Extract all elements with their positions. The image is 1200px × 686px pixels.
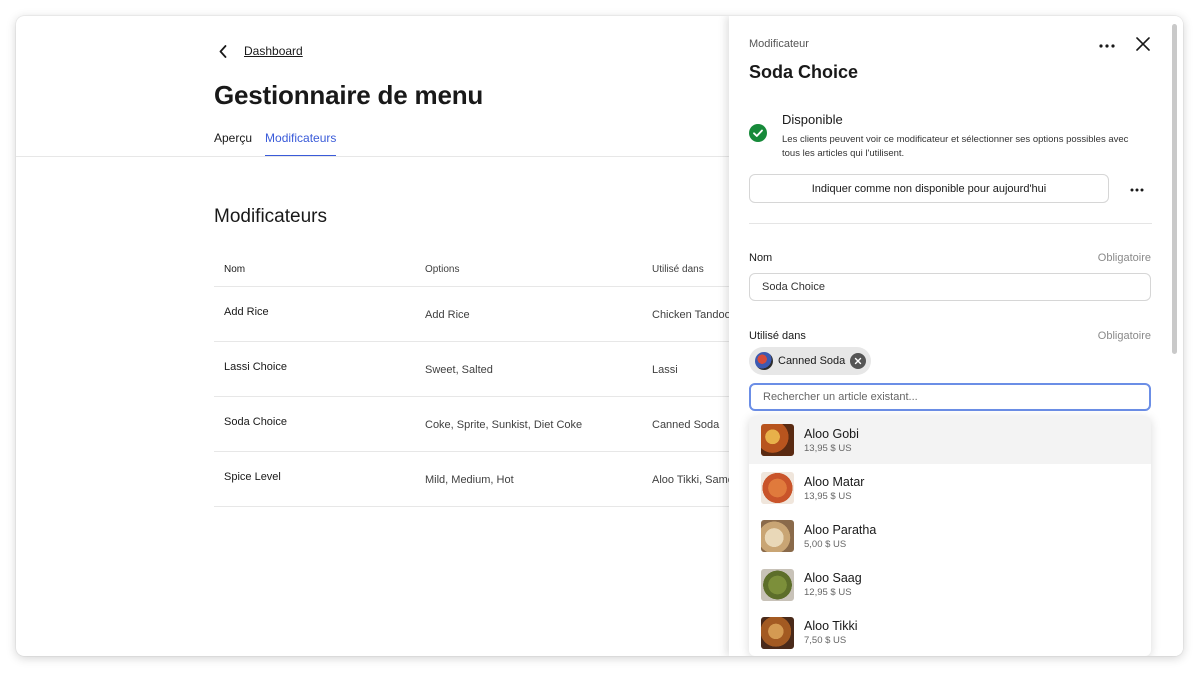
back-chevron-icon[interactable] (216, 42, 230, 60)
food-thumbnail (761, 568, 794, 601)
remove-chip-icon[interactable] (850, 353, 867, 369)
availability-description: Les clients peuvent voir ce modificateur… (782, 134, 1129, 159)
used-in-field-required: Obligatoire (1097, 330, 1151, 342)
search-items-input[interactable] (749, 383, 1151, 411)
table-row[interactable]: Lassi Choice Sweet, Salted Lassi (214, 342, 730, 397)
item-name: Aloo Gobi (804, 426, 859, 441)
cell-used-in: Aloo Tikki, Samosa (652, 474, 730, 486)
name-field-label: Nom (749, 252, 773, 264)
item-price: 7,50 $ US (804, 635, 847, 647)
list-item[interactable]: Aloo Matar 13,95 $ US (749, 464, 1151, 512)
list-item[interactable]: Aloo Paratha 5,00 $ US (749, 512, 1151, 560)
cell-name: Spice Level (224, 471, 281, 483)
table-row[interactable]: Add Rice Add Rice Chicken Tandoori (214, 287, 730, 342)
panel-scrollbar[interactable] (1172, 24, 1177, 354)
item-price: 12,95 $ US (804, 587, 852, 599)
item-price: 13,95 $ US (804, 490, 852, 502)
chip-label: Canned Soda (778, 355, 846, 367)
item-price: 5,00 $ US (804, 538, 847, 550)
modifier-detail-panel: Modificateur Soda Choice Disponible Les … (729, 16, 1183, 656)
cell-name: Soda Choice (224, 416, 287, 428)
item-name: Aloo Saag (804, 571, 862, 586)
name-field-required: Obligatoire (1097, 252, 1151, 264)
column-header-used-in: Utilisé dans (652, 263, 704, 275)
check-circle-icon (749, 124, 767, 142)
cell-used-in: Chicken Tandoori (652, 309, 730, 321)
mark-unavailable-button[interactable]: Indiquer comme non disponible pour aujou… (749, 174, 1109, 203)
item-name: Aloo Tikki (804, 619, 858, 634)
page-title: Gestionnaire de menu (214, 80, 484, 110)
search-results-dropdown: Aloo Gobi 13,95 $ US Aloo Matar 13,95 $ … (749, 416, 1151, 656)
list-item[interactable]: Aloo Tikki 7,50 $ US (749, 609, 1151, 656)
breadcrumb-dashboard-link[interactable]: Dashboard (244, 44, 303, 58)
panel-divider (749, 223, 1152, 224)
item-price: 13,95 $ US (804, 442, 852, 454)
availability-title: Disponible (782, 112, 843, 127)
list-item[interactable]: Aloo Saag 12,95 $ US (749, 561, 1151, 609)
name-input[interactable] (749, 273, 1151, 301)
food-thumbnail (761, 424, 794, 457)
tab-bar: Aperçu Modificateurs (214, 131, 337, 157)
cell-name: Lassi Choice (224, 361, 287, 373)
tabs-divider (16, 156, 730, 157)
cell-name: Add Rice (224, 306, 269, 318)
tab-apercu[interactable]: Aperçu (214, 131, 252, 157)
cell-options: Mild, Medium, Hot (425, 474, 514, 486)
used-in-field-label: Utilisé dans (749, 330, 806, 342)
modifiers-table: Nom Options Utilisé dans Add Rice Add Ri… (214, 252, 730, 507)
canned-soda-thumbnail (755, 352, 773, 370)
column-header-name: Nom (224, 263, 246, 275)
breadcrumb: Dashboard (216, 42, 303, 60)
cell-options: Add Rice (425, 309, 470, 321)
table-header: Nom Options Utilisé dans (214, 252, 730, 287)
table-row[interactable]: Spice Level Mild, Medium, Hot Aloo Tikki… (214, 452, 730, 507)
used-in-chip: Canned Soda (749, 347, 872, 375)
more-horizontal-icon[interactable] (1097, 36, 1117, 52)
table-row[interactable]: Soda Choice Coke, Sprite, Sunkist, Diet … (214, 397, 730, 452)
food-thumbnail (761, 472, 794, 505)
list-item[interactable]: Aloo Gobi 13,95 $ US (749, 416, 1151, 465)
panel-title: Soda Choice (749, 62, 859, 82)
cell-used-in: Canned Soda (652, 419, 720, 431)
column-header-options: Options (425, 263, 460, 275)
panel-eyebrow: Modificateur (749, 38, 809, 50)
more-options-icon[interactable] (1125, 179, 1149, 197)
food-thumbnail (761, 520, 794, 553)
app-window: Dashboard Gestionnaire de menu Aperçu Mo… (16, 16, 1183, 656)
tab-modificateurs[interactable]: Modificateurs (265, 131, 337, 157)
cell-options: Sweet, Salted (425, 364, 493, 376)
item-name: Aloo Matar (804, 474, 865, 489)
cell-used-in: Lassi (652, 364, 678, 376)
food-thumbnail (761, 616, 794, 649)
close-icon[interactable] (1133, 34, 1153, 54)
item-name: Aloo Paratha (804, 522, 877, 537)
section-title: Modificateurs (214, 206, 327, 227)
cell-options: Coke, Sprite, Sunkist, Diet Coke (425, 419, 583, 431)
